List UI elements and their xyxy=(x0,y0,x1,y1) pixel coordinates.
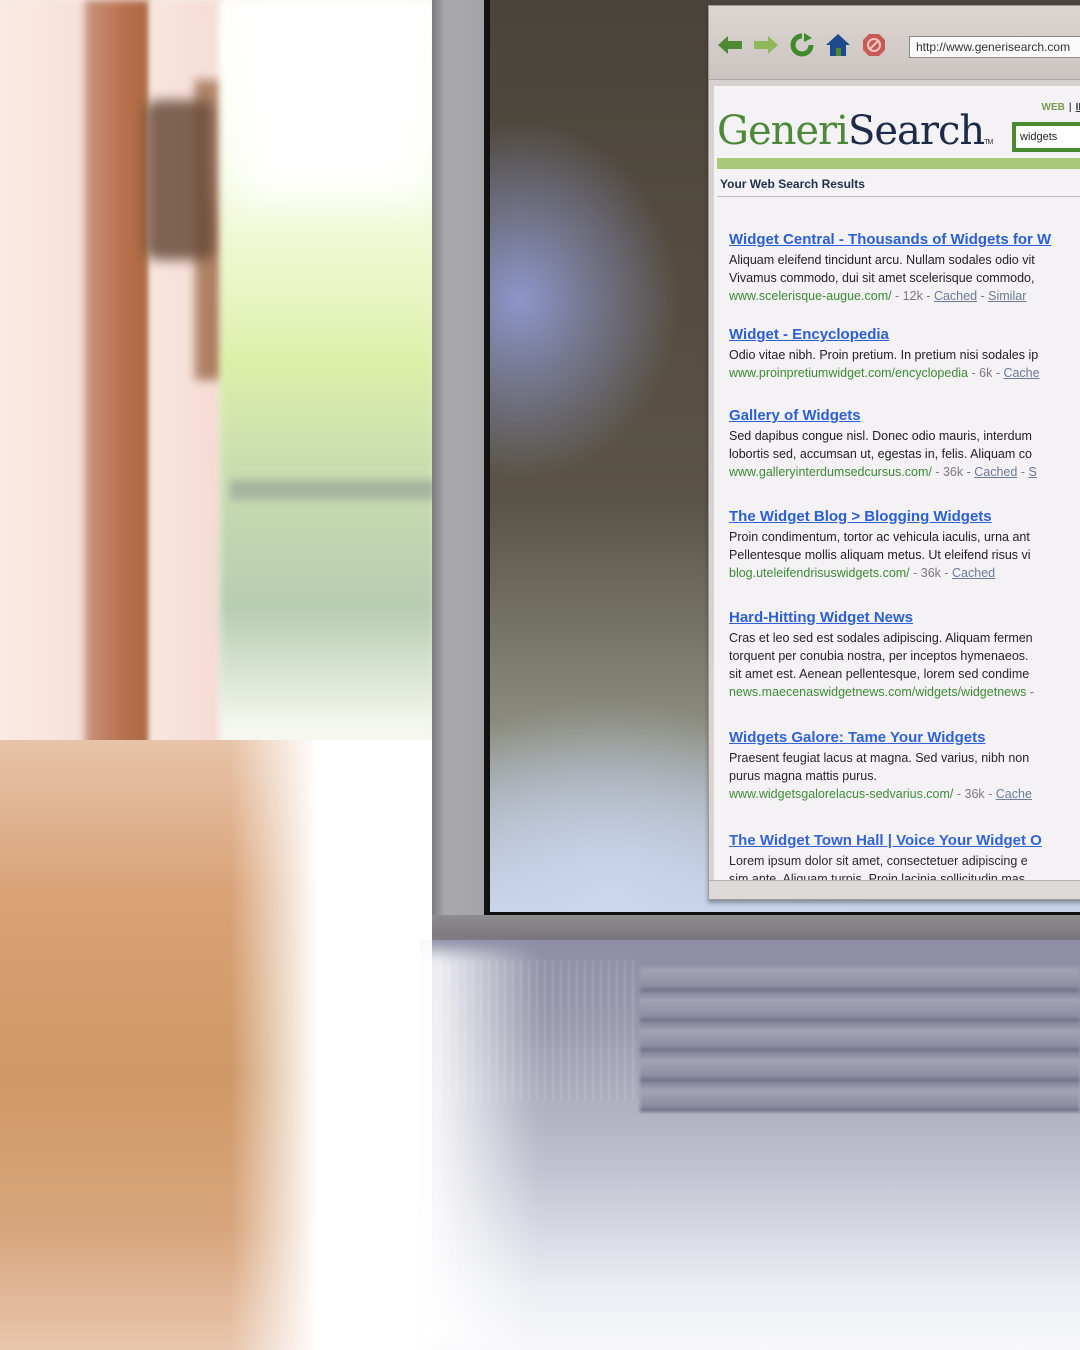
wall xyxy=(0,0,90,760)
result-title-link[interactable]: Gallery of Widgets xyxy=(729,407,1080,424)
result-url: blog.uteleifendrisuswidgets.com/ xyxy=(729,566,910,580)
result-size: - 36k - xyxy=(909,566,953,580)
search-box xyxy=(1012,122,1080,152)
wooden-table xyxy=(0,740,450,1350)
key-row xyxy=(640,998,1080,1022)
meta-separator: - xyxy=(1017,465,1029,479)
logo-trademark: TM xyxy=(984,139,993,146)
result-snippet: Cras et leo sed est sodales adipiscing. … xyxy=(729,631,1033,645)
cached-link[interactable]: Cache xyxy=(1003,366,1039,380)
result-title-link[interactable]: Widgets Galore: Tame Your Widgets xyxy=(729,729,1080,746)
cached-link[interactable]: Cached xyxy=(952,566,995,580)
result-title-link[interactable]: Widget Central - Thousands of Widgets fo… xyxy=(729,231,1080,248)
similar-link[interactable]: Similar xyxy=(988,289,1026,303)
result-snippet: Praesent feugiat lacus at magna. Sed var… xyxy=(729,751,1030,765)
nav-separator: | xyxy=(1068,102,1072,113)
result-snippet: purus magna mattis purus. xyxy=(729,769,877,783)
result-url: www.proinpretiumwidget.com/encyclopedia xyxy=(729,366,969,380)
result-url: www.galleryinterdumsedcursus.com/ xyxy=(729,465,932,479)
result-snippet: Sed dapibus congue nisl. Donec odio maur… xyxy=(729,429,1032,443)
result-url: news.maecenaswidgetnews.com/widgets/widg… xyxy=(729,685,1027,699)
result-title-link[interactable]: Widget - Encyclopedia xyxy=(729,326,1080,343)
browser-window: http://www.generisearch.com WEB| IMA Gene… xyxy=(708,5,1080,900)
result-meta: www.proinpretiumwidget.com/encyclopedia … xyxy=(729,364,1080,382)
result-snippet: sit amet est. Aenean pellentesque, lorem… xyxy=(729,667,1030,681)
browser-toolbar: http://www.generisearch.com xyxy=(709,6,1080,80)
search-result: Widget - Encyclopedia Odio vitae nibh. P… xyxy=(729,326,1080,382)
search-input[interactable] xyxy=(1016,126,1080,148)
reload-button[interactable] xyxy=(789,32,815,58)
cached-link[interactable]: Cache xyxy=(996,787,1032,801)
arrow-left-icon xyxy=(718,36,742,54)
refresh-icon xyxy=(790,33,814,57)
result-size: - 6k - xyxy=(968,366,1004,380)
result-meta: www.widgetsgalorelacus-sedvarius.com/ - … xyxy=(729,785,1080,803)
cached-link[interactable]: Cached xyxy=(934,289,977,303)
nav-web[interactable]: WEB xyxy=(1042,102,1065,113)
result-meta: www.galleryinterdumsedcursus.com/ - 36k … xyxy=(729,463,1080,481)
divider xyxy=(717,196,1080,197)
search-result: Hard-Hitting Widget News Cras et leo sed… xyxy=(729,609,1080,701)
home-icon xyxy=(826,34,850,56)
result-snippet: Aliquam eleifend tincidunt arcu. Nullam … xyxy=(729,253,1035,267)
meta-separator: - xyxy=(977,289,989,303)
result-meta: news.maecenaswidgetnews.com/widgets/widg… xyxy=(729,683,1080,701)
result-snippet: Proin condimentum, tortor ac vehicula ia… xyxy=(729,530,1030,544)
key-row xyxy=(640,1058,1080,1082)
home-button[interactable] xyxy=(825,32,851,58)
stop-button[interactable] xyxy=(861,32,887,58)
laptop-keyboard xyxy=(640,960,1080,1112)
search-result: Widgets Galore: Tame Your Widgets Praese… xyxy=(729,729,1080,803)
door-frame xyxy=(85,0,150,760)
result-title-link[interactable]: Hard-Hitting Widget News xyxy=(729,609,1080,626)
search-page: WEB| IMA GeneriSearchTM Your Web Search R… xyxy=(714,86,1080,886)
result-size: - xyxy=(1026,685,1035,699)
result-snippet: Lorem ipsum dolor sit amet, consectetuer… xyxy=(729,854,1028,868)
address-bar[interactable]: http://www.generisearch.com xyxy=(909,36,1080,58)
arrow-right-icon xyxy=(754,36,778,54)
result-title-link[interactable]: The Widget Town Hall | Voice Your Widget… xyxy=(729,832,1080,849)
light-glare xyxy=(420,950,540,1350)
logo-part-search: Search xyxy=(847,108,985,154)
door-hinge xyxy=(145,100,215,260)
back-button[interactable] xyxy=(717,32,743,58)
result-size: - 36k - xyxy=(931,465,975,479)
key-row xyxy=(640,1088,1080,1112)
key-row xyxy=(640,1028,1080,1052)
result-url: www.widgetsgalorelacus-sedvarius.com/ xyxy=(729,787,954,801)
result-meta: blog.uteleifendrisuswidgets.com/ - 36k -… xyxy=(729,564,1080,582)
results-heading: Your Web Search Results xyxy=(720,177,865,191)
result-url: www.scelerisque-augue.com/ xyxy=(729,289,892,303)
cached-link[interactable]: Cached xyxy=(974,465,1017,479)
search-result: The Widget Blog > Blogging Widgets Proin… xyxy=(729,508,1080,582)
browser-status-bar xyxy=(709,880,1080,899)
stop-icon xyxy=(863,34,885,56)
balcony-rail xyxy=(230,480,435,500)
search-type-nav: WEB| IMA xyxy=(1042,102,1080,113)
result-size: - 36k - xyxy=(953,787,996,801)
logo-part-generi: Generi xyxy=(717,108,849,154)
nav-images[interactable]: IMA xyxy=(1076,102,1080,113)
result-title-link[interactable]: The Widget Blog > Blogging Widgets xyxy=(729,508,1080,525)
header-bar xyxy=(717,158,1080,169)
site-logo[interactable]: GeneriSearchTM xyxy=(717,108,993,154)
search-result: Gallery of Widgets Sed dapibus congue ni… xyxy=(729,407,1080,481)
result-snippet: torquent per conubia nostra, per incepto… xyxy=(729,649,1029,663)
result-snippet: Vivamus commodo, dui sit amet scelerisqu… xyxy=(729,271,1035,285)
result-snippet: Odio vitae nibh. Proin pretium. In preti… xyxy=(729,348,1039,362)
forward-button[interactable] xyxy=(753,32,779,58)
result-meta: www.scelerisque-augue.com/ - 12k - Cache… xyxy=(729,287,1080,305)
result-snippet: Pellentesque mollis aliquam metus. Ut el… xyxy=(729,548,1031,562)
key-row xyxy=(640,968,1080,992)
result-snippet: lobortis sed, accumsan ut, egestas in, f… xyxy=(729,447,1032,461)
window-glow xyxy=(240,0,430,200)
similar-link[interactable]: S xyxy=(1028,465,1036,479)
result-size: - 12k - xyxy=(891,289,934,303)
search-result: Widget Central - Thousands of Widgets fo… xyxy=(729,231,1080,305)
